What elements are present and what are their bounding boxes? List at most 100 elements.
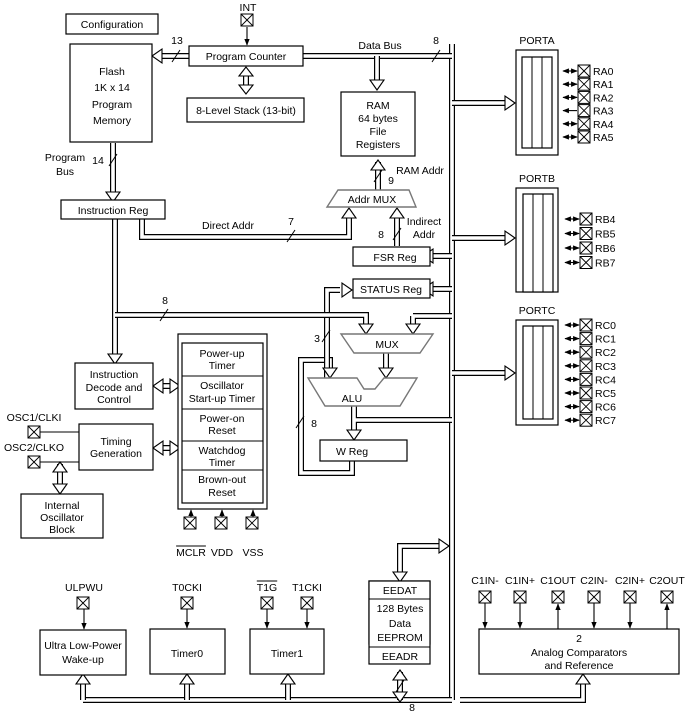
reset-timers-block: Power-up Timer Oscillator Start-up Timer…	[177, 333, 268, 510]
svg-text:MUX: MUX	[375, 339, 398, 351]
brown-out-reset: Brown-out	[198, 474, 246, 486]
svg-text:Decode and: Decode and	[86, 382, 143, 394]
port-pins: RA0RA1RA2 RA3RA4RA5 RB4 RB5 RB6 RB7 RC0 RC1RC2 R…	[562, 64, 616, 427]
svg-text:Start-up Timer: Start-up Timer	[189, 393, 256, 405]
w-reg-block: W Reg	[319, 439, 408, 462]
watchdog-timer: Watchdog	[199, 445, 246, 457]
svg-text:Registers: Registers	[356, 139, 400, 151]
svg-text:13: 13	[171, 35, 183, 47]
svg-text:Ultra Low-Power: Ultra Low-Power	[44, 640, 122, 652]
pin-label-mclr: MCLR	[176, 547, 206, 559]
program-counter-block: Program Counter	[188, 45, 304, 67]
svg-text:Configuration: Configuration	[81, 19, 144, 31]
comparator-pin-label: C2IN+	[615, 575, 645, 587]
pin-ra1	[577, 77, 591, 91]
comparator-pin-label: C1IN+	[505, 575, 535, 587]
instruction-decode-block: Instruction Decode and Control	[74, 362, 154, 410]
flash-program-memory-block: Flash 1K x 14 Program Memory	[69, 43, 153, 143]
pin-label-int: INT	[240, 2, 258, 14]
pin-label: RC6	[595, 402, 616, 414]
svg-text:ALU: ALU	[342, 393, 362, 405]
svg-text:Timer: Timer	[209, 360, 236, 372]
svg-text:8: 8	[311, 418, 317, 430]
svg-text:2: 2	[576, 633, 582, 645]
timer0-block: Timer0	[149, 628, 226, 675]
svg-text:8: 8	[378, 229, 384, 241]
comparator-pin-label: C1IN-	[471, 575, 499, 587]
pin-rc4	[579, 372, 593, 386]
addr-mux-block: Addr MUX	[325, 189, 418, 208]
pin-rb5	[579, 227, 593, 240]
pin-label-t0cki: T0CKI	[172, 582, 202, 594]
eeprom-block: EEDAT 128 Bytes Data EEPROM EEADR	[368, 580, 431, 665]
pin-label: RC1	[595, 334, 616, 346]
pin-ra3	[577, 104, 591, 118]
pin-rb6	[579, 241, 593, 255]
pin-label: RA3	[593, 106, 614, 118]
pin-t1g	[260, 596, 274, 610]
pin-rc7	[579, 413, 593, 427]
pin-ulpwu	[76, 596, 90, 610]
power-up-timer: Power-up	[200, 348, 245, 360]
svg-text:Instruction: Instruction	[90, 369, 139, 381]
pin-label: RC3	[595, 361, 616, 373]
svg-text:Flash: Flash	[99, 66, 125, 78]
svg-text:1K x 14: 1K x 14	[94, 82, 130, 94]
pin-osc1	[27, 425, 41, 439]
pin-rc3	[579, 359, 593, 373]
pin-label: RC2	[595, 347, 616, 359]
timer1-block: Timer1	[249, 628, 325, 675]
pin-label-osc2: OSC2/CLKO	[4, 442, 64, 454]
svg-text:Addr MUX: Addr MUX	[348, 194, 396, 206]
pin-label: RA4	[593, 119, 614, 131]
svg-text:EEADR: EEADR	[382, 651, 419, 663]
svg-text:3: 3	[314, 333, 320, 345]
pin-rc0	[579, 318, 593, 332]
svg-text:PORTA: PORTA	[519, 35, 554, 47]
direct-addr-label: Direct Addr	[202, 220, 254, 232]
svg-text:7: 7	[288, 216, 294, 228]
svg-text:Generation: Generation	[90, 448, 142, 460]
ram-addr-label: RAM Addr	[396, 165, 444, 177]
svg-text:RAM: RAM	[366, 100, 389, 112]
pin-label: RA2	[593, 92, 614, 104]
svg-text:Internal: Internal	[44, 500, 79, 512]
svg-text:Oscillator: Oscillator	[40, 512, 84, 524]
block-diagram: Configuration Flash 1K x 14 Program Memo…	[4, 2, 685, 714]
svg-text:8-Level Stack (13-bit): 8-Level Stack (13-bit)	[196, 105, 296, 117]
svg-text:8: 8	[433, 35, 439, 47]
mux-block: MUX	[339, 333, 435, 354]
program-bus-label: Program	[45, 152, 86, 164]
comparator-pin-label: C1OUT	[540, 575, 576, 587]
svg-text:Memory: Memory	[93, 115, 132, 127]
svg-text:W Reg: W Reg	[336, 446, 368, 458]
pin-rc6	[579, 400, 593, 414]
svg-text:STATUS Reg: STATUS Reg	[360, 284, 422, 296]
svg-text:File: File	[370, 126, 387, 138]
svg-text:Reset: Reset	[208, 487, 236, 499]
pin-ra2	[577, 90, 591, 104]
pin-label-t1g: T1G	[257, 582, 277, 594]
svg-text:64 bytes: 64 bytes	[358, 113, 398, 125]
svg-text:8: 8	[409, 702, 415, 714]
svg-text:EEPROM: EEPROM	[377, 632, 423, 644]
svg-text:Data: Data	[389, 618, 411, 630]
svg-text:Instruction Reg: Instruction Reg	[78, 205, 149, 217]
pin-rc1	[579, 332, 593, 346]
pin-c1inm	[478, 590, 492, 604]
pin-c1out	[551, 590, 565, 604]
internal-oscillator-block: Internal Oscillator Block	[20, 493, 104, 539]
svg-text:Control: Control	[97, 394, 131, 406]
pin-label: RA0	[593, 66, 614, 78]
pin-label: RC0	[595, 320, 616, 332]
data-bus-label: Data Bus	[358, 40, 401, 52]
svg-text:Analog Comparators: Analog Comparators	[531, 647, 627, 659]
pin-label: RA5	[593, 132, 614, 144]
pin-label-vdd: VDD	[211, 547, 234, 559]
pin-vss	[245, 516, 259, 530]
svg-text:Timer: Timer	[209, 457, 236, 469]
indirect-addr-label: Indirect	[407, 216, 442, 228]
power-on-reset: Power-on	[200, 413, 245, 425]
svg-text:Bus: Bus	[56, 166, 74, 178]
pin-label: RC7	[595, 415, 616, 427]
